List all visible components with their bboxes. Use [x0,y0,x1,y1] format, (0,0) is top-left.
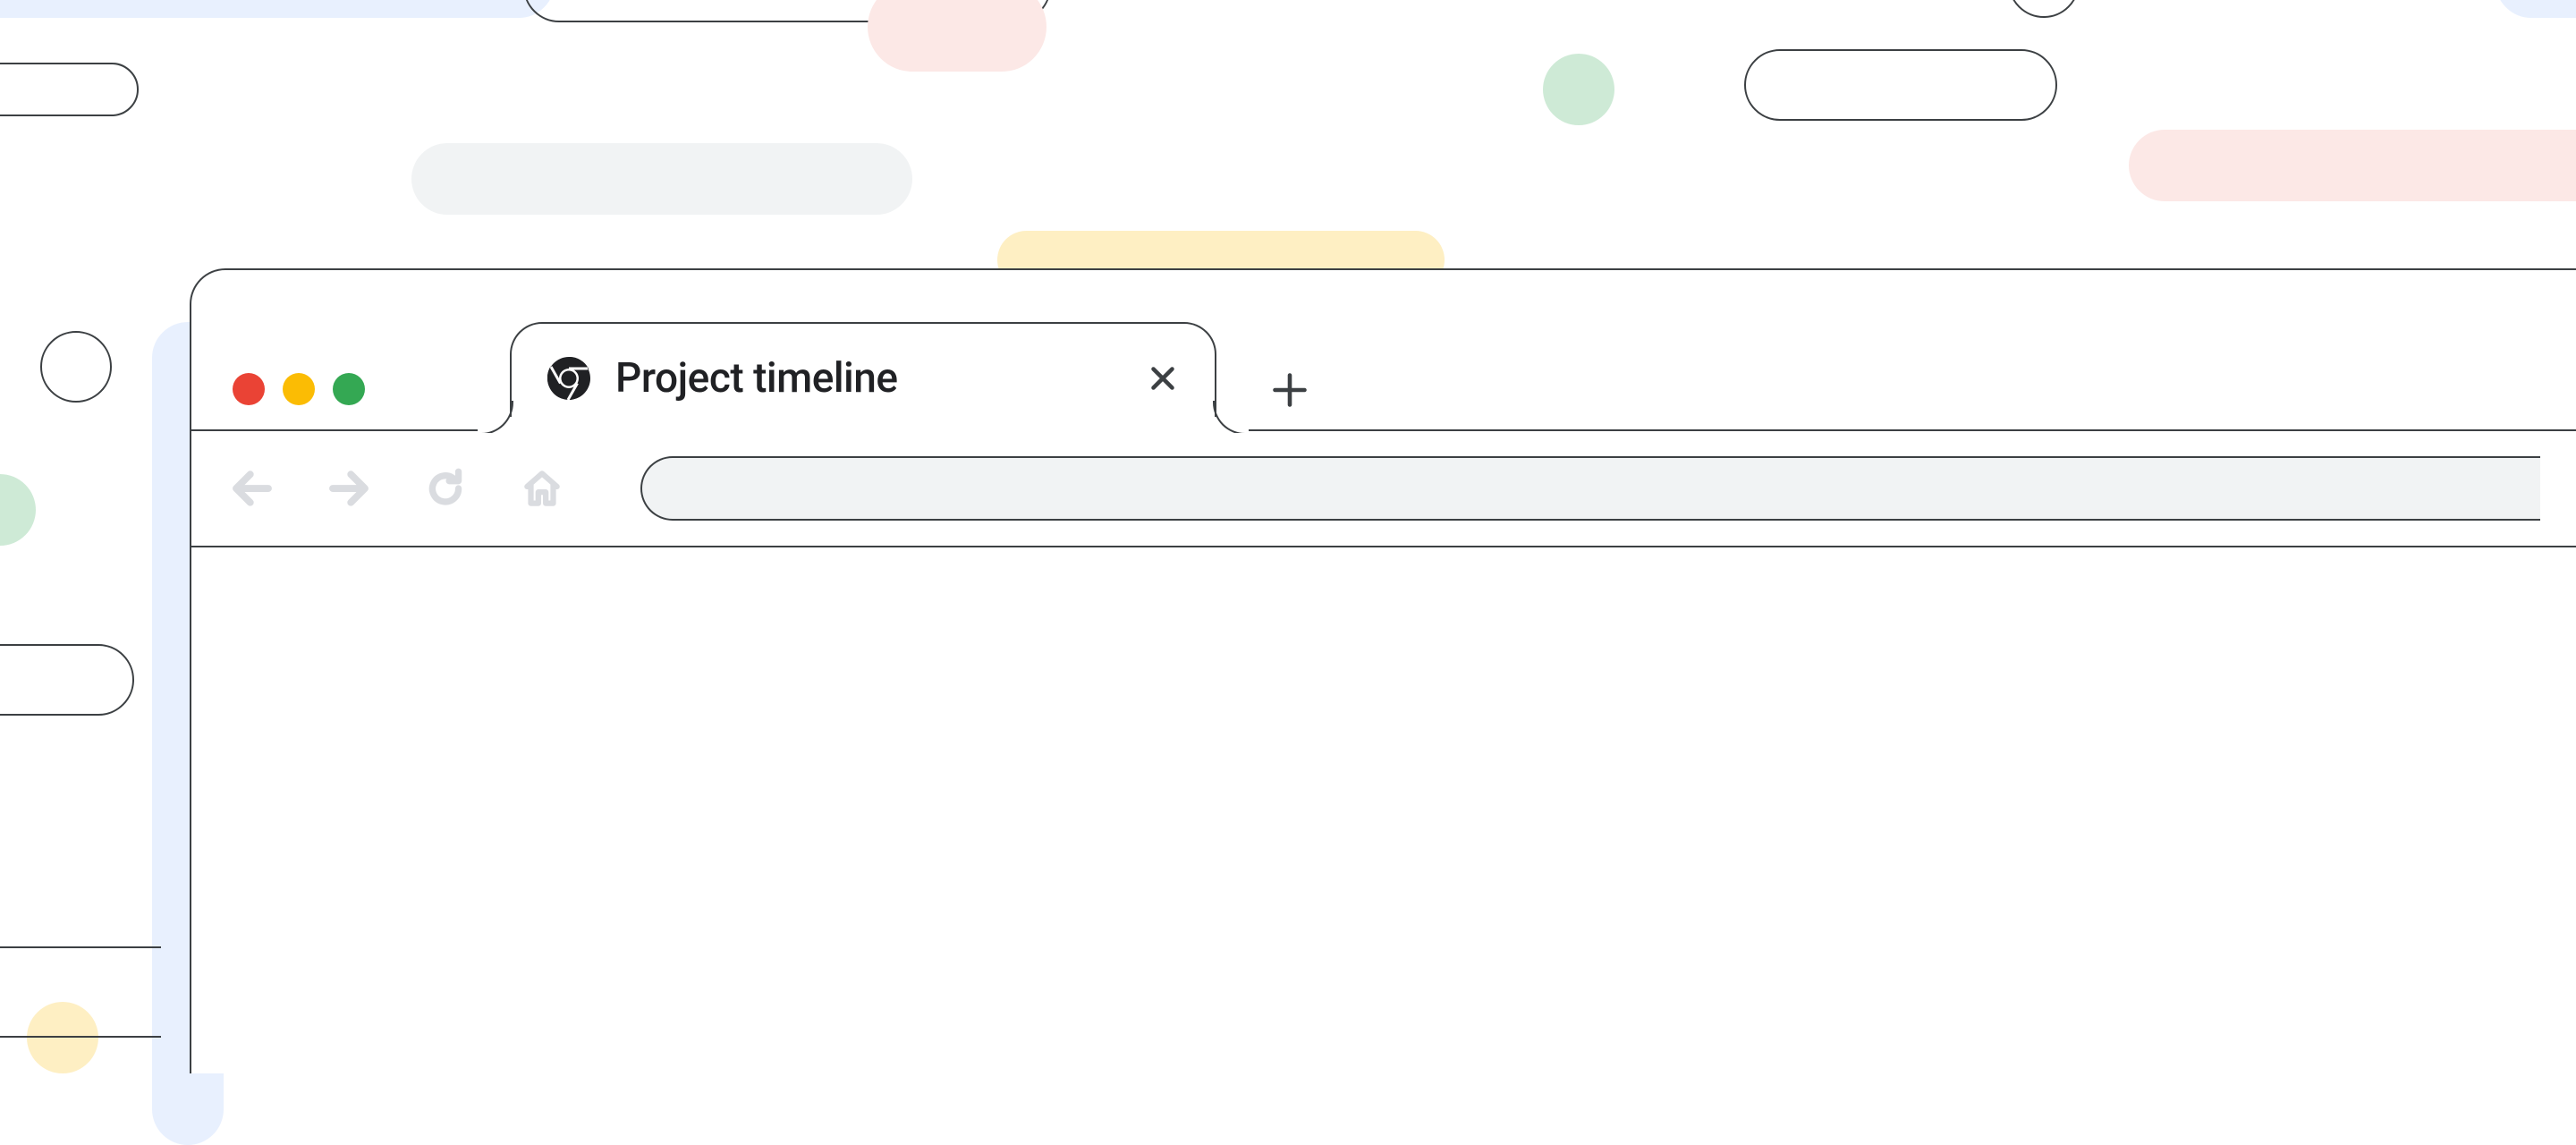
bg-decoration [0,946,161,948]
bg-decoration [40,331,112,403]
window-minimize-button[interactable] [283,373,315,405]
bg-decoration [411,143,912,215]
window-close-button[interactable] [233,373,265,405]
bg-decoration [0,63,139,116]
browser-window: Project timeline [190,268,2576,1073]
tab-title: Project timeline [615,354,1122,403]
chrome-icon [547,357,590,400]
window-maximize-button[interactable] [333,373,365,405]
bg-decoration [0,0,555,18]
bg-decoration [2008,0,2080,18]
bg-decoration [2496,0,2576,18]
bg-decoration [1744,49,2057,121]
bg-decoration [1543,54,1614,125]
bg-decoration [0,474,36,546]
browser-content [191,547,2576,1073]
window-controls [233,373,365,405]
back-button[interactable] [227,463,277,513]
new-tab-button[interactable] [1268,369,1311,411]
close-tab-button[interactable] [1147,362,1179,394]
reload-button[interactable] [420,463,470,513]
bg-decoration [0,644,134,716]
browser-tab[interactable]: Project timeline [510,322,1216,433]
bg-decoration [868,0,1046,72]
bg-decoration [2129,130,2576,201]
bg-decoration [0,1036,161,1038]
forward-button[interactable] [324,463,374,513]
tab-strip: Project timeline [191,270,2576,431]
bg-decoration [27,1002,98,1073]
browser-toolbar [191,431,2576,547]
address-bar[interactable] [640,456,2540,521]
home-button[interactable] [517,463,567,513]
